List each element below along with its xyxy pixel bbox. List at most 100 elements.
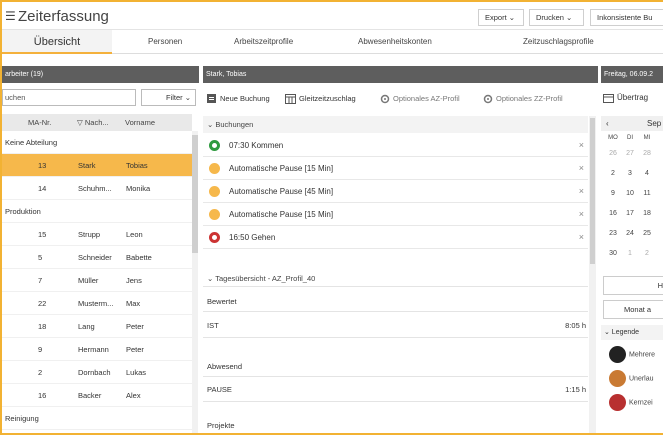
delete-booking-icon[interactable]: × xyxy=(579,180,584,203)
legend-label: Unerlau xyxy=(629,375,654,383)
tab-persons[interactable]: Personen xyxy=(148,30,182,54)
projects-label: Projekte xyxy=(207,421,235,430)
transfer-button[interactable]: Übertrag xyxy=(603,91,648,105)
calendar-day[interactable]: 1 xyxy=(621,250,639,257)
column-header-nr[interactable]: MA-Nr. xyxy=(28,114,51,131)
detail-scrollbar-thumb[interactable] xyxy=(590,118,595,264)
employee-firstname: Babette xyxy=(126,253,152,262)
delete-booking-icon[interactable]: × xyxy=(579,157,584,180)
booking-row[interactable]: Automatische Pause [45 Min] × xyxy=(203,180,588,203)
department-group-row[interactable]: Reinigung xyxy=(2,407,192,430)
employee-lastname: Müller xyxy=(78,276,99,285)
detail-scrollbar[interactable] xyxy=(589,116,596,433)
employee-firstname: Peter xyxy=(126,322,144,331)
booking-row[interactable]: 16:50 Gehen × xyxy=(203,226,588,249)
calendar-day[interactable]: 2 xyxy=(638,250,656,257)
employee-row[interactable]: 18 Lang Peter xyxy=(2,315,192,338)
export-button[interactable]: Export ⌄ xyxy=(478,9,524,26)
calendar-day[interactable]: 2 xyxy=(604,170,622,177)
filter-dropdown[interactable]: Filter ⌄ xyxy=(141,89,196,106)
date-header: Freitag, 06.09.2 xyxy=(601,66,663,83)
new-booking-icon xyxy=(207,94,216,104)
ist-value: 8:05 h xyxy=(565,321,586,330)
booking-row[interactable]: Automatische Pause [15 Min] × xyxy=(203,203,588,226)
employee-row[interactable]: 22 Musterm... Max xyxy=(2,292,192,315)
hamburger-menu-icon[interactable]: ☰ xyxy=(5,9,16,23)
booking-row[interactable]: Automatische Pause [15 Min] × xyxy=(203,157,588,180)
tab-time-surcharge-profiles[interactable]: Zeitzuschlagsprofile xyxy=(523,30,594,54)
tab-absence-accounts[interactable]: Abwesenheitskonten xyxy=(358,30,432,54)
employee-row[interactable]: 14 Schuhm... Monika xyxy=(2,177,192,200)
calendar-day[interactable]: 28 xyxy=(638,150,656,157)
booking-text: 16:50 Gehen xyxy=(229,233,276,242)
optional-az-profile-button[interactable]: Optionales AZ-Profil xyxy=(380,91,460,107)
employee-scrollbar-thumb[interactable] xyxy=(192,135,198,253)
previous-month-icon[interactable]: ‹ xyxy=(606,116,609,131)
booking-text: Automatische Pause [15 Min] xyxy=(229,164,334,173)
tab-overview[interactable]: Übersicht xyxy=(2,30,112,54)
legend-item: Mehrere xyxy=(609,346,655,363)
app-title: Zeiterfassung xyxy=(18,8,109,25)
booking-text: Automatische Pause [45 Min] xyxy=(229,187,334,196)
delete-booking-icon[interactable]: × xyxy=(579,203,584,226)
calendar-day[interactable]: 30 xyxy=(604,250,622,257)
department-name: Produktion xyxy=(5,207,41,216)
weekday-label: MI xyxy=(643,135,651,141)
employee-lastname: Hermann xyxy=(78,345,109,354)
print-button[interactable]: Drucken ⌄ xyxy=(529,9,584,26)
delete-booking-icon[interactable]: × xyxy=(579,134,584,157)
flextime-button[interactable]: Gleitzeitzuschlag xyxy=(285,91,356,107)
month-overview-button[interactable]: Monat a xyxy=(603,300,663,319)
employee-scrollbar[interactable] xyxy=(192,131,198,433)
legend-item: Unerlau xyxy=(609,370,654,387)
calendar-day[interactable]: 17 xyxy=(621,210,639,217)
column-header-firstname[interactable]: Vorname xyxy=(125,114,155,131)
delete-booking-icon[interactable]: × xyxy=(579,226,584,249)
employee-panel: uchen Filter ⌄ MA-Nr. ▽ Nach... Vorname … xyxy=(2,83,199,433)
employee-firstname: Tobias xyxy=(126,161,148,170)
employee-row[interactable]: 7 Müller Jens xyxy=(2,269,192,292)
optional-az-profile-label: Optionales AZ-Profil xyxy=(393,94,460,103)
calendar-day[interactable]: 4 xyxy=(638,170,656,177)
calendar-day[interactable]: 26 xyxy=(604,150,622,157)
optional-zz-profile-button[interactable]: Optionales ZZ-Profil xyxy=(483,91,563,107)
employee-row[interactable]: 15 Strupp Leon xyxy=(2,223,192,246)
employee-row[interactable]: 2 Dornbach Lukas xyxy=(2,361,192,384)
employee-row[interactable]: 9 Hermann Peter xyxy=(2,338,192,361)
employee-firstname: Monika xyxy=(126,184,151,193)
calendar-day[interactable]: 3 xyxy=(621,170,639,177)
bookings-section-header[interactable]: ⌄ Buchungen xyxy=(203,116,588,133)
new-booking-button[interactable]: Neue Buchung xyxy=(207,91,270,107)
detail-panel: Neue Buchung Gleitzeitzuschlag Optionale… xyxy=(203,83,598,433)
legend-header[interactable]: ⌄ Legende xyxy=(601,325,663,340)
employee-lastname: Stark xyxy=(78,161,96,170)
department-group-row[interactable]: Produktion xyxy=(2,200,192,223)
today-button[interactable]: H xyxy=(603,276,663,295)
absent-label: Abwesend xyxy=(207,362,243,371)
calendar-day[interactable]: 27 xyxy=(621,150,639,157)
day-overview-section-header[interactable]: ⌄ Tagesübersicht - AZ_Profil_40 xyxy=(203,270,588,287)
calendar-day[interactable]: 11 xyxy=(638,190,656,197)
inconsistent-bookings-button[interactable]: Inkonsistente Bu xyxy=(590,9,663,26)
booking-row[interactable]: 07:30 Kommen × xyxy=(203,134,588,157)
employee-search-input[interactable]: uchen xyxy=(2,89,136,106)
calendar-day[interactable]: 16 xyxy=(604,210,622,217)
legend-color-swatch xyxy=(609,370,626,387)
employee-row[interactable]: 16 Backer Alex xyxy=(2,384,192,407)
divider xyxy=(203,401,588,402)
calendar-day[interactable]: 18 xyxy=(638,210,656,217)
calendar-month-label[interactable]: Sep xyxy=(647,116,661,131)
employee-number: 13 xyxy=(38,161,47,170)
calendar-day[interactable]: 23 xyxy=(604,230,622,237)
calendar-day[interactable]: 10 xyxy=(621,190,639,197)
employee-row[interactable]: 13 Stark Tobias xyxy=(2,154,192,177)
column-header-lastname[interactable]: ▽ Nach... xyxy=(77,114,109,131)
calendar-day[interactable]: 9 xyxy=(604,190,622,197)
calendar-day[interactable]: 25 xyxy=(638,230,656,237)
calendar-panel: Übertrag ‹ Sep MO DI MI 26 27 28 2 3 4 9 10 11 16 17 1… xyxy=(601,83,663,433)
calendar-day[interactable]: 24 xyxy=(621,230,639,237)
employee-lastname: Schneider xyxy=(78,253,112,262)
department-group-row[interactable]: Keine Abteilung xyxy=(2,131,192,154)
tab-work-time-profiles[interactable]: Arbeitszeitprofile xyxy=(234,30,293,54)
employee-row[interactable]: 5 Schneider Babette xyxy=(2,246,192,269)
